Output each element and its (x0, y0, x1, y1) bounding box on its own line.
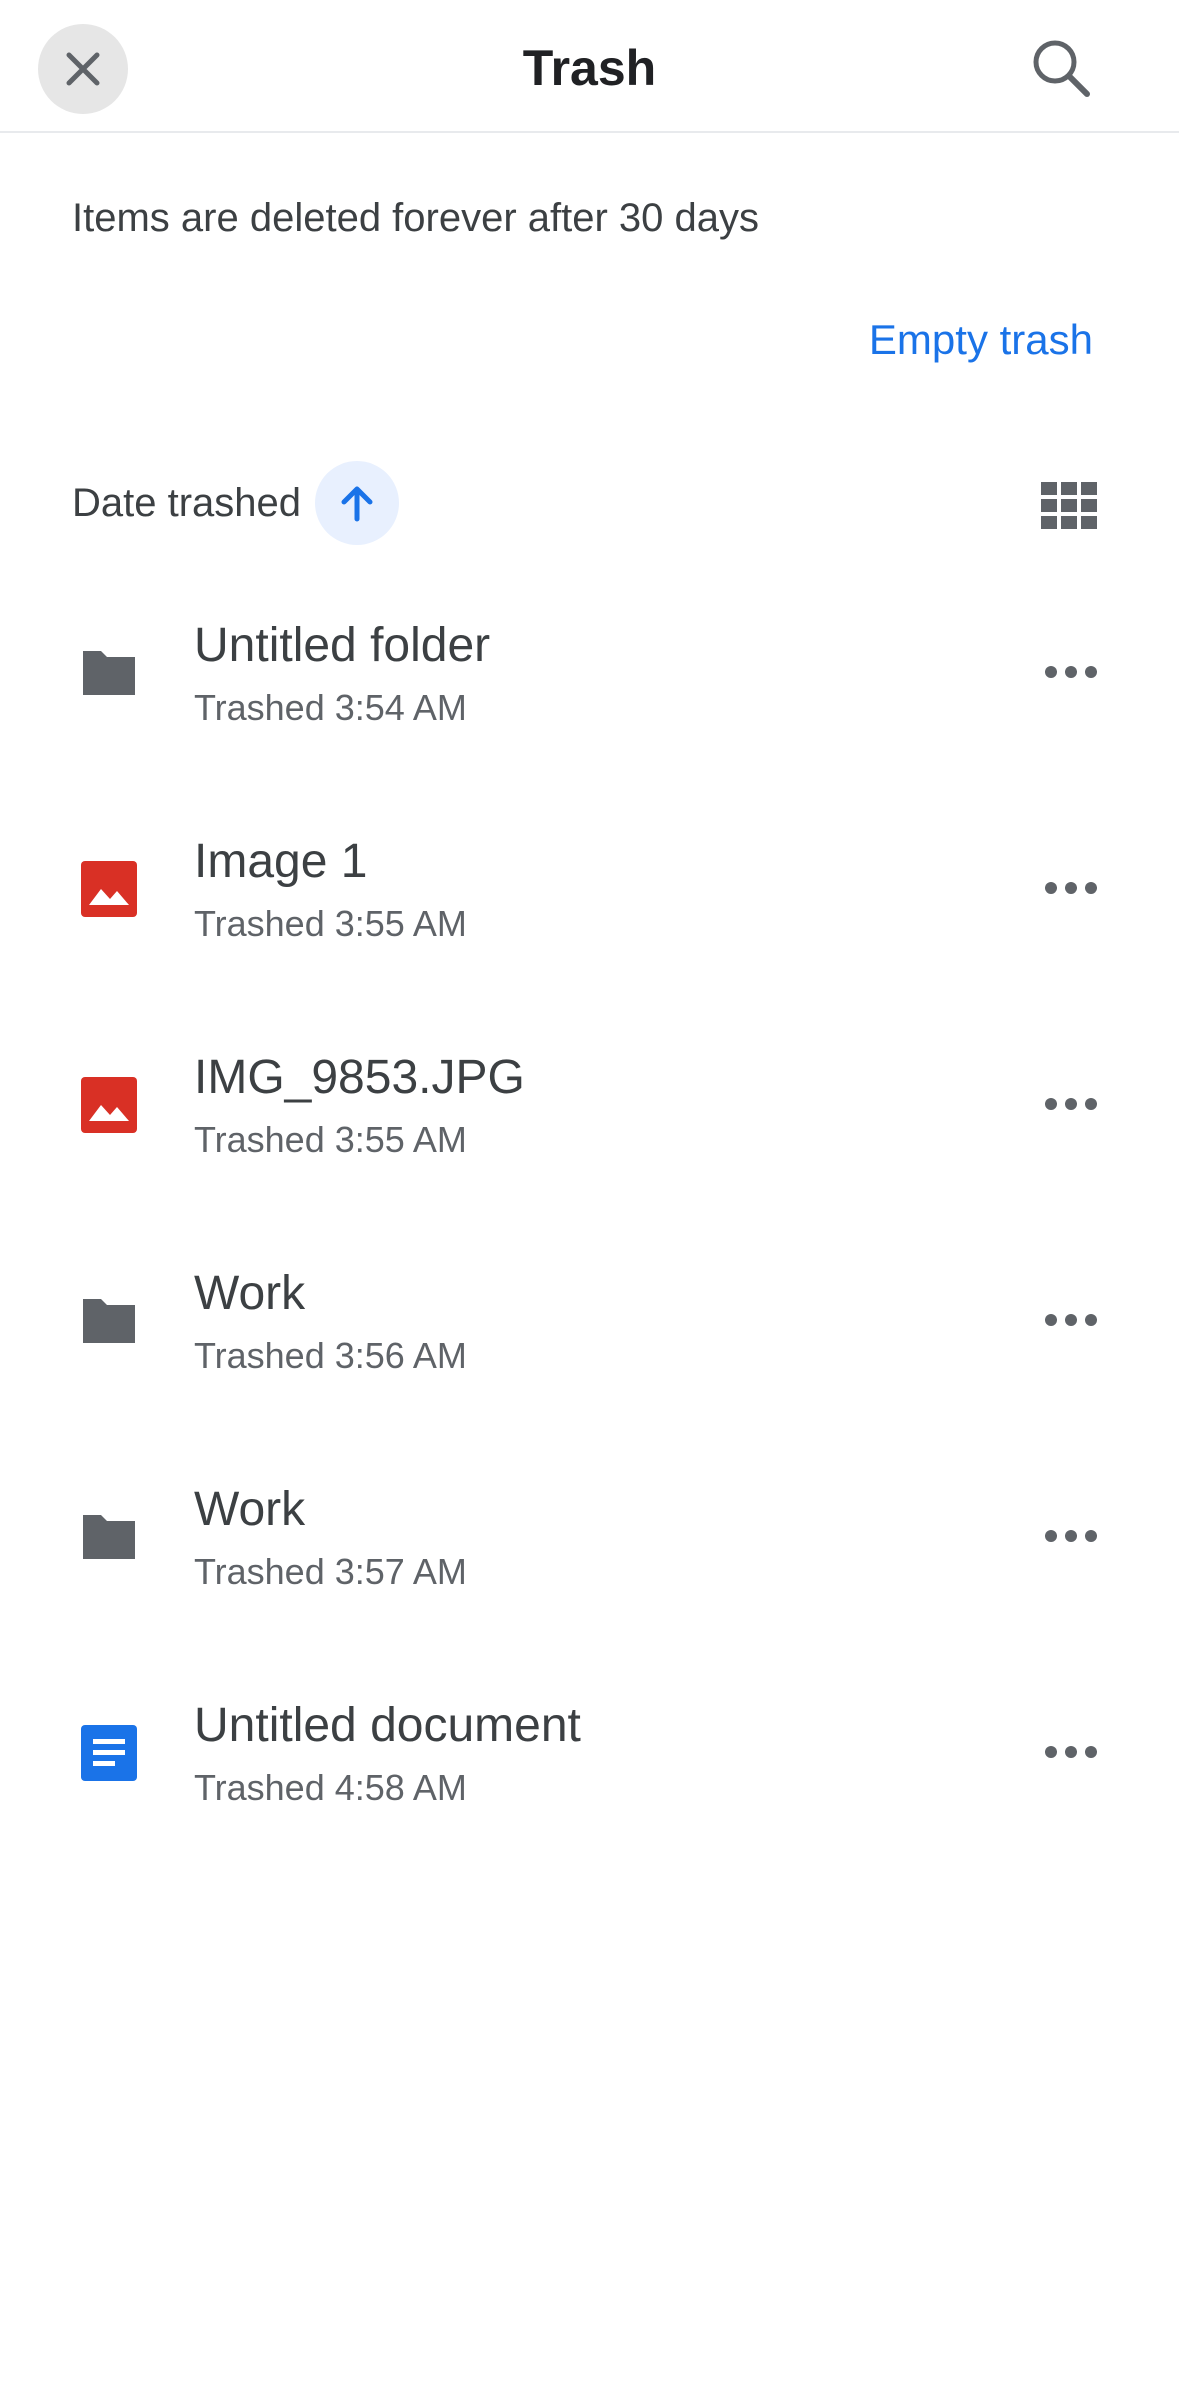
more-horizontal-icon (1045, 882, 1097, 894)
item-name: Image 1 (194, 835, 368, 888)
more-horizontal-icon (1045, 1530, 1097, 1542)
folder-icon-graphic (83, 651, 135, 695)
item-trashed-time: Trashed 3:55 AM (194, 1119, 467, 1160)
grid-view-toggle[interactable] (1039, 480, 1099, 530)
page-title: Trash (522, 40, 657, 96)
sort-direction-button[interactable] (315, 461, 400, 545)
trash-item[interactable]: IMG_9853.JPG Trashed 3:55 AM (0, 1032, 1179, 1248)
image-icon (76, 1072, 142, 1138)
more-options-button[interactable] (1041, 1074, 1101, 1134)
trash-screen: Trash Items are deleted forever after 30… (0, 0, 1179, 2396)
folder-icon (76, 640, 142, 706)
trash-item[interactable]: Untitled folder Trashed 3:54 AM (0, 600, 1179, 816)
search-button[interactable] (1023, 30, 1099, 106)
trash-item-list: Untitled folder Trashed 3:54 AM Image 1 Tra… (0, 600, 1179, 1896)
search-icon (1033, 40, 1090, 97)
folder-icon (76, 1504, 142, 1570)
folder-icon (76, 1288, 142, 1354)
image-icon (76, 856, 142, 922)
sort-row: Date trashed (72, 460, 400, 546)
folder-icon-graphic (83, 1299, 135, 1343)
item-name: Work (194, 1267, 306, 1320)
more-horizontal-icon (1045, 666, 1097, 678)
more-horizontal-icon (1045, 1746, 1097, 1758)
item-trashed-time: Trashed 3:56 AM (194, 1335, 467, 1376)
item-trashed-time: Trashed 3:54 AM (194, 687, 467, 728)
trash-item[interactable]: Untitled document Trashed 4:58 AM (0, 1680, 1179, 1896)
item-name: Untitled folder (194, 619, 491, 672)
more-horizontal-icon (1045, 1314, 1097, 1326)
grid-view-icon (1041, 482, 1097, 529)
trash-item[interactable]: Work Trashed 3:56 AM (0, 1248, 1179, 1464)
item-trashed-time: Trashed 4:58 AM (194, 1767, 467, 1808)
more-options-button[interactable] (1041, 642, 1101, 702)
empty-trash-button[interactable]: Empty trash (869, 312, 1093, 368)
item-name: Untitled document (194, 1699, 581, 1752)
more-options-button[interactable] (1041, 1290, 1101, 1350)
more-options-button[interactable] (1041, 1506, 1101, 1566)
trash-item[interactable]: Work Trashed 3:57 AM (0, 1464, 1179, 1680)
item-name: Work (194, 1483, 306, 1536)
deletion-notice: Items are deleted forever after 30 days (72, 196, 760, 240)
image-icon-graphic (81, 1077, 137, 1133)
item-trashed-time: Trashed 3:57 AM (194, 1551, 467, 1592)
image-icon-graphic (81, 861, 137, 917)
item-trashed-time: Trashed 3:55 AM (194, 903, 467, 944)
more-options-button[interactable] (1041, 1722, 1101, 1782)
sort-label[interactable]: Date trashed (72, 475, 301, 531)
item-name: IMG_9853.JPG (194, 1051, 525, 1104)
arrow-up-icon (341, 486, 373, 522)
document-icon (76, 1720, 142, 1786)
folder-icon-graphic (83, 1515, 135, 1559)
top-bar: Trash (0, 0, 1179, 133)
more-options-button[interactable] (1041, 858, 1101, 918)
trash-item[interactable]: Image 1 Trashed 3:55 AM (0, 816, 1179, 1032)
document-icon-graphic (81, 1725, 137, 1781)
more-horizontal-icon (1045, 1098, 1097, 1110)
